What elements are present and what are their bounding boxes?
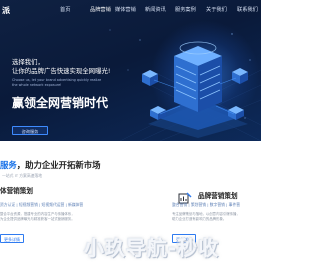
hero-english-1: Choose us, let your brand advertising qu… bbox=[12, 78, 102, 82]
right-card-tags: 整合营销 | 策划营销 | 数字营销 | 事件营 bbox=[172, 202, 241, 207]
section-title-rest: ，助力企业开拓新市场 bbox=[16, 160, 101, 170]
card-desc-2: 为企业提供品牌曝光与精准获客一站式营销服务。 bbox=[0, 217, 75, 221]
card-tags: 资方认证 | 短视频营销 | 短视频代运营 | 新媒体营 bbox=[0, 202, 84, 207]
more-details-button[interactable]: 更多详情 bbox=[0, 234, 24, 243]
page: 派 首页 品牌营销 媒体营销 新闻资讯 服务案例 关于我们 联系我们 选择我们，… bbox=[0, 0, 261, 269]
section-subtitle: 一站式 IT 方案高速落地 bbox=[2, 173, 43, 178]
card-title: 体营销策划 bbox=[0, 187, 33, 195]
section-title-accent: 服务 bbox=[0, 160, 17, 170]
nav-item-media-marketing[interactable]: 媒体营销 bbox=[115, 7, 136, 14]
nav-item-about[interactable]: 关于我们 bbox=[206, 7, 227, 14]
hero-english-2: the whole network exposure! bbox=[12, 83, 62, 87]
nav-item-news[interactable]: 新闻资讯 bbox=[145, 7, 166, 14]
nav-item-cases[interactable]: 服务案例 bbox=[175, 7, 196, 14]
hero-banner: 派 首页 品牌营销 媒体营销 新闻资讯 服务案例 关于我们 联系我们 选择我们，… bbox=[0, 0, 261, 141]
consult-button[interactable]: 咨询服务 bbox=[12, 126, 48, 135]
nav-item-contact[interactable]: 联系我们 bbox=[237, 7, 258, 14]
more-details-label: 更多详情 bbox=[4, 236, 20, 242]
nav-item-brand-marketing[interactable]: 品牌营销 bbox=[90, 7, 111, 14]
section-title: 服务，助力企业开拓新市场 bbox=[0, 160, 101, 170]
server-cube-isometric-icon bbox=[142, 41, 248, 138]
right-card-desc-2: 助力企业打造有影响力的品牌形象。 bbox=[172, 217, 227, 221]
right-card-title: 品牌营销策划 bbox=[198, 192, 238, 200]
watermark-text: 小玖导航-秒收 bbox=[84, 236, 220, 260]
hero-tagline-2: 让你的品牌广告快速实现全网曝光! bbox=[12, 67, 111, 75]
logo[interactable]: 派 bbox=[2, 5, 10, 15]
hero-tagline-1: 选择我们， bbox=[12, 58, 44, 66]
consult-button-label: 咨询服务 bbox=[21, 128, 39, 134]
top-nav: 派 首页 品牌营销 媒体营销 新闻资讯 服务案例 关于我们 联系我们 bbox=[0, 0, 261, 22]
nav-item-home[interactable]: 首页 bbox=[60, 7, 70, 14]
hero-headline: 赢领全网营销时代 bbox=[12, 96, 109, 110]
